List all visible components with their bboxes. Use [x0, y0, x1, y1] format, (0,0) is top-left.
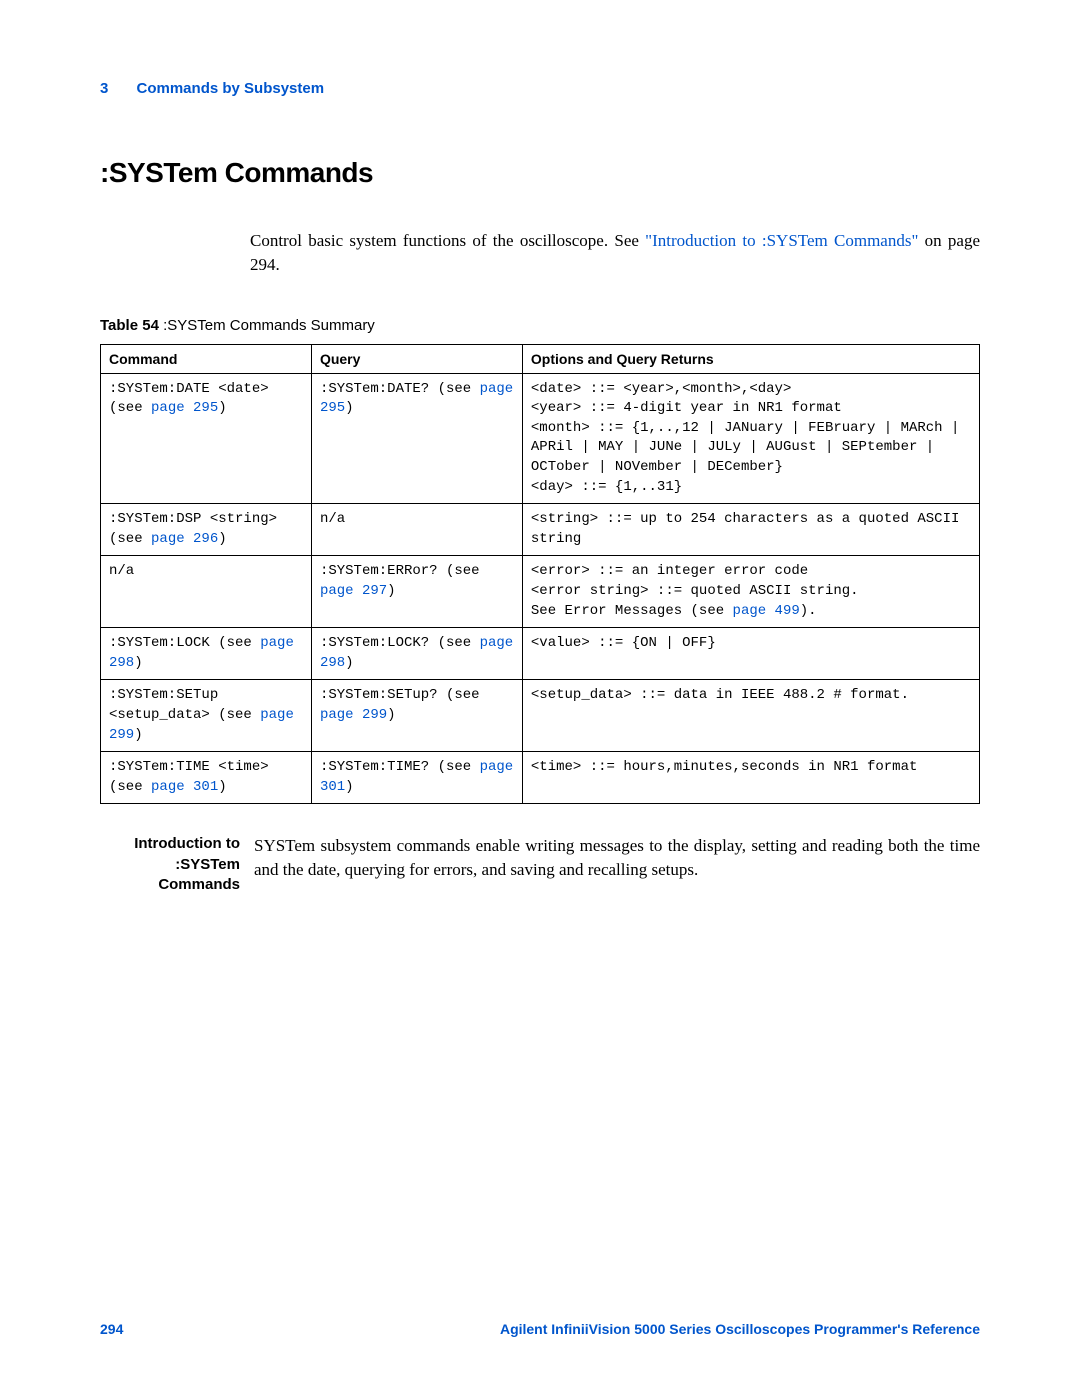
intro-pre: Control basic system functions of the os…: [250, 231, 645, 250]
opts-cell: <error> ::= an integer error code <error…: [522, 556, 979, 628]
table-body: :SYSTem:DATE <date> (see page 295) :SYST…: [101, 373, 980, 804]
page-link[interactable]: page 297: [320, 583, 387, 599]
opts-cell: <date> ::= <year>,<month>,<day> <year> :…: [522, 373, 979, 504]
query-cell: :SYSTem:SETup? (see page 299): [311, 680, 522, 752]
page-footer: 294 Agilent InfiniiVision 5000 Series Os…: [100, 1321, 980, 1337]
table-caption-text: :SYSTem Commands Summary: [159, 317, 375, 334]
page-link[interactable]: page 296: [151, 531, 218, 547]
query-cell: :SYSTem:LOCK? (see page 298): [311, 628, 522, 680]
page-link[interactable]: page 295: [151, 400, 218, 416]
cmd-cell: :SYSTem:SETup <setup_data> (see page 299…: [101, 680, 312, 752]
table-row: :SYSTem:TIME <time> (see page 301) :SYST…: [101, 752, 980, 804]
cmd-cell: :SYSTem:LOCK (see page 298): [101, 628, 312, 680]
table-caption-label: Table 54: [100, 317, 159, 334]
page-link[interactable]: page 499: [733, 603, 800, 619]
intro-side-block: Introduction to :SYSTem Commands SYSTem …: [100, 834, 980, 895]
table-row: n/a :SYSTem:ERRor? (see page 297) <error…: [101, 556, 980, 628]
side-label: Introduction to :SYSTem Commands: [100, 834, 254, 895]
footer-reference: Agilent InfiniiVision 5000 Series Oscill…: [500, 1321, 980, 1337]
page: 3 Commands by Subsystem :SYSTem Commands…: [0, 0, 1080, 1397]
chapter-header: 3 Commands by Subsystem: [100, 80, 980, 97]
table-row: :SYSTem:DATE <date> (see page 295) :SYST…: [101, 373, 980, 504]
cmd-cell: :SYSTem:DSP <string> (see page 296): [101, 504, 312, 556]
cmd-cell: :SYSTem:DATE <date> (see page 295): [101, 373, 312, 504]
opts-cell: <string> ::= up to 254 characters as a q…: [522, 504, 979, 556]
commands-table: Command Query Options and Query Returns …: [100, 344, 980, 805]
section-title: :SYSTem Commands: [100, 157, 980, 189]
query-cell: n/a: [311, 504, 522, 556]
header-query: Query: [311, 344, 522, 373]
opts-cell: <time> ::= hours,minutes,seconds in NR1 …: [522, 752, 979, 804]
footer-page-number: 294: [100, 1321, 123, 1337]
header-command: Command: [101, 344, 312, 373]
opts-cell: <value> ::= {ON | OFF}: [522, 628, 979, 680]
side-body: SYSTem subsystem commands enable writing…: [254, 834, 980, 895]
page-link[interactable]: page 299: [320, 707, 387, 723]
intro-link[interactable]: "Introduction to :SYSTem Commands": [645, 231, 918, 250]
header-options: Options and Query Returns: [522, 344, 979, 373]
table-row: :SYSTem:SETup <setup_data> (see page 299…: [101, 680, 980, 752]
table-caption: Table 54 :SYSTem Commands Summary: [100, 317, 980, 334]
chapter-title: Commands by Subsystem: [137, 80, 325, 97]
cmd-cell: n/a: [101, 556, 312, 628]
query-cell: :SYSTem:TIME? (see page 301): [311, 752, 522, 804]
table-row: :SYSTem:LOCK (see page 298) :SYSTem:LOCK…: [101, 628, 980, 680]
query-cell: :SYSTem:DATE? (see page 295): [311, 373, 522, 504]
query-cell: :SYSTem:ERRor? (see page 297): [311, 556, 522, 628]
cmd-cell: :SYSTem:TIME <time> (see page 301): [101, 752, 312, 804]
page-link[interactable]: page 301: [151, 779, 218, 795]
intro-paragraph: Control basic system functions of the os…: [250, 229, 980, 277]
table-row: :SYSTem:DSP <string> (see page 296) n/a …: [101, 504, 980, 556]
chapter-number: 3: [100, 80, 108, 97]
table-header-row: Command Query Options and Query Returns: [101, 344, 980, 373]
opts-cell: <setup_data> ::= data in IEEE 488.2 # fo…: [522, 680, 979, 752]
